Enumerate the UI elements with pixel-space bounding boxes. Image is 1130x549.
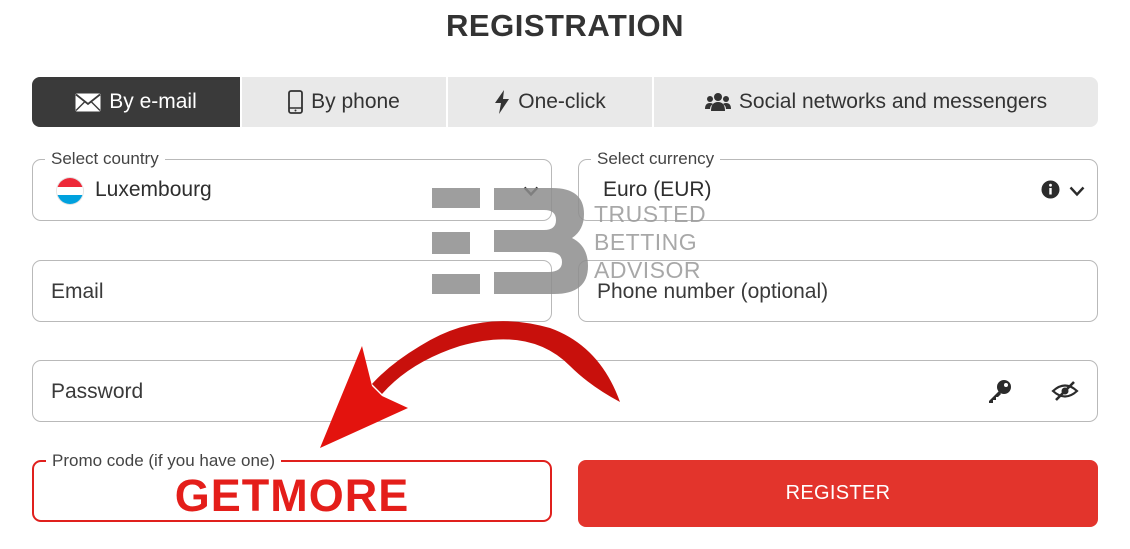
lightning-icon: [494, 90, 510, 114]
country-value: Luxembourg: [95, 178, 212, 201]
eye-slash-icon[interactable]: [1051, 380, 1079, 407]
country-select[interactable]: Select country Luxembourg: [32, 149, 552, 221]
promo-code-value: GETMORE: [174, 470, 410, 521]
currency-value: Euro (EUR): [603, 178, 712, 201]
key-icon[interactable]: [987, 378, 1013, 409]
email-placeholder: Email: [51, 280, 104, 303]
currency-select[interactable]: Select currency Euro (EUR): [578, 149, 1098, 221]
envelope-icon: [75, 93, 101, 112]
luxembourg-flag-icon: [57, 178, 83, 204]
tab-label: Social networks and messengers: [738, 90, 1048, 113]
tab-one-click[interactable]: One-click: [448, 77, 654, 127]
chevron-down-icon[interactable]: [1069, 184, 1085, 202]
tab-label: One-click: [518, 90, 606, 113]
email-field[interactable]: Email: [32, 260, 552, 322]
page-title: REGISTRATION: [446, 8, 684, 43]
info-icon[interactable]: [1041, 180, 1060, 204]
register-button[interactable]: REGISTER: [578, 460, 1098, 527]
phone-placeholder: Phone number (optional): [597, 280, 829, 303]
tab-social-networks[interactable]: Social networks and messengers: [654, 77, 1098, 127]
users-icon: [704, 92, 731, 112]
password-field[interactable]: Password: [32, 360, 1098, 422]
chevron-down-icon[interactable]: [523, 184, 539, 202]
currency-select-label: Select currency: [591, 149, 721, 169]
tab-label: By phone: [311, 90, 400, 113]
country-select-label: Select country: [45, 149, 165, 169]
registration-method-tabs: By e-mail By phone One-click Social netw…: [32, 77, 1098, 127]
phone-icon: [288, 90, 304, 114]
tab-by-phone[interactable]: By phone: [242, 77, 448, 127]
watermark-line-2: BETTING: [594, 229, 698, 255]
tab-label: By e-mail: [109, 90, 197, 113]
tab-by-email[interactable]: By e-mail: [32, 77, 242, 127]
promo-code-field[interactable]: Promo code (if you have one) GETMORE: [32, 451, 552, 522]
registration-page: REGISTRATION By e-mail By phone One-clic…: [0, 0, 1130, 549]
password-placeholder: Password: [51, 380, 144, 403]
promo-code-label: Promo code (if you have one): [46, 451, 282, 471]
phone-field[interactable]: Phone number (optional): [578, 260, 1098, 322]
